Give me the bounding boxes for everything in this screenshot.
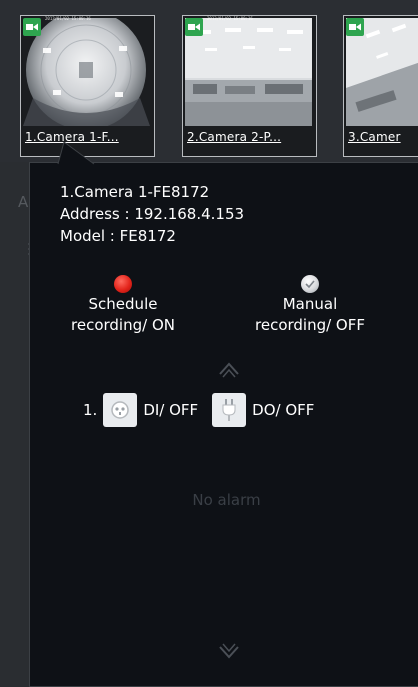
recording-off-indicator-icon (301, 275, 319, 293)
camera-1-preview (23, 18, 152, 126)
camera-info-popup: 1.Camera 1-FE8172 Address : 192.168.4.15… (29, 162, 418, 687)
digital-input-icon[interactable] (103, 393, 138, 427)
chevron-up-icon[interactable] (217, 358, 241, 380)
camera-2-timestamp: 2013/01/02 15:00:16 (207, 16, 253, 21)
schedule-recording-line2: recording/ ON (71, 316, 175, 334)
camera-model: Model : FE8172 (60, 227, 176, 245)
no-alarm-message: No alarm (192, 491, 261, 509)
di-status: DI/ OFF (143, 401, 199, 419)
chevron-down-icon[interactable] (217, 641, 241, 663)
schedule-recording-line1: Schedule (88, 295, 158, 313)
camera-name: 1.Camera 1-FE8172 (60, 183, 210, 201)
camera-info: 1.Camera 1-FE8172 Address : 192.168.4.15… (60, 181, 244, 247)
io-status-row: 1. DI/ OFF DO/ OFF (83, 393, 314, 427)
manual-recording-line2: recording/ OFF (255, 316, 365, 334)
camera-address: Address : 192.168.4.153 (60, 205, 245, 223)
manual-recording-line1: Manual (282, 295, 338, 313)
digital-output-plug-icon[interactable] (212, 393, 247, 427)
do-status: DO/ OFF (252, 401, 315, 419)
camera-1-timestamp: 2013/01/02 15:00:16 (45, 16, 91, 21)
recording-camera-icon (23, 18, 41, 36)
recording-on-indicator-icon (114, 275, 132, 293)
camera-2-preview (185, 18, 314, 126)
manual-recording-status[interactable]: Manual recording/ OFF (240, 275, 380, 336)
background-panel (0, 162, 30, 680)
recording-camera-icon (346, 18, 364, 36)
popup-pointer (56, 141, 96, 166)
camera-thumbnail-strip: 2013/01/02 15:00:16 1.Camera 1-F... 2013… (0, 0, 418, 162)
camera-thumbnail-1[interactable]: 2013/01/02 15:00:16 1.Camera 1-F... (20, 15, 155, 157)
camera-2-label[interactable]: 2.Camera 2-P... (187, 130, 314, 144)
camera-thumbnail-3[interactable]: 3.Camer (343, 15, 418, 157)
recording-camera-icon (185, 18, 203, 36)
io-index: 1. (83, 401, 98, 419)
camera-thumbnail-2[interactable]: 2013/01/02 15:00:16 2.Camera 2-P... (182, 15, 317, 157)
camera-3-label[interactable]: 3.Camer (348, 130, 418, 144)
schedule-recording-status[interactable]: Schedule recording/ ON (68, 275, 178, 336)
